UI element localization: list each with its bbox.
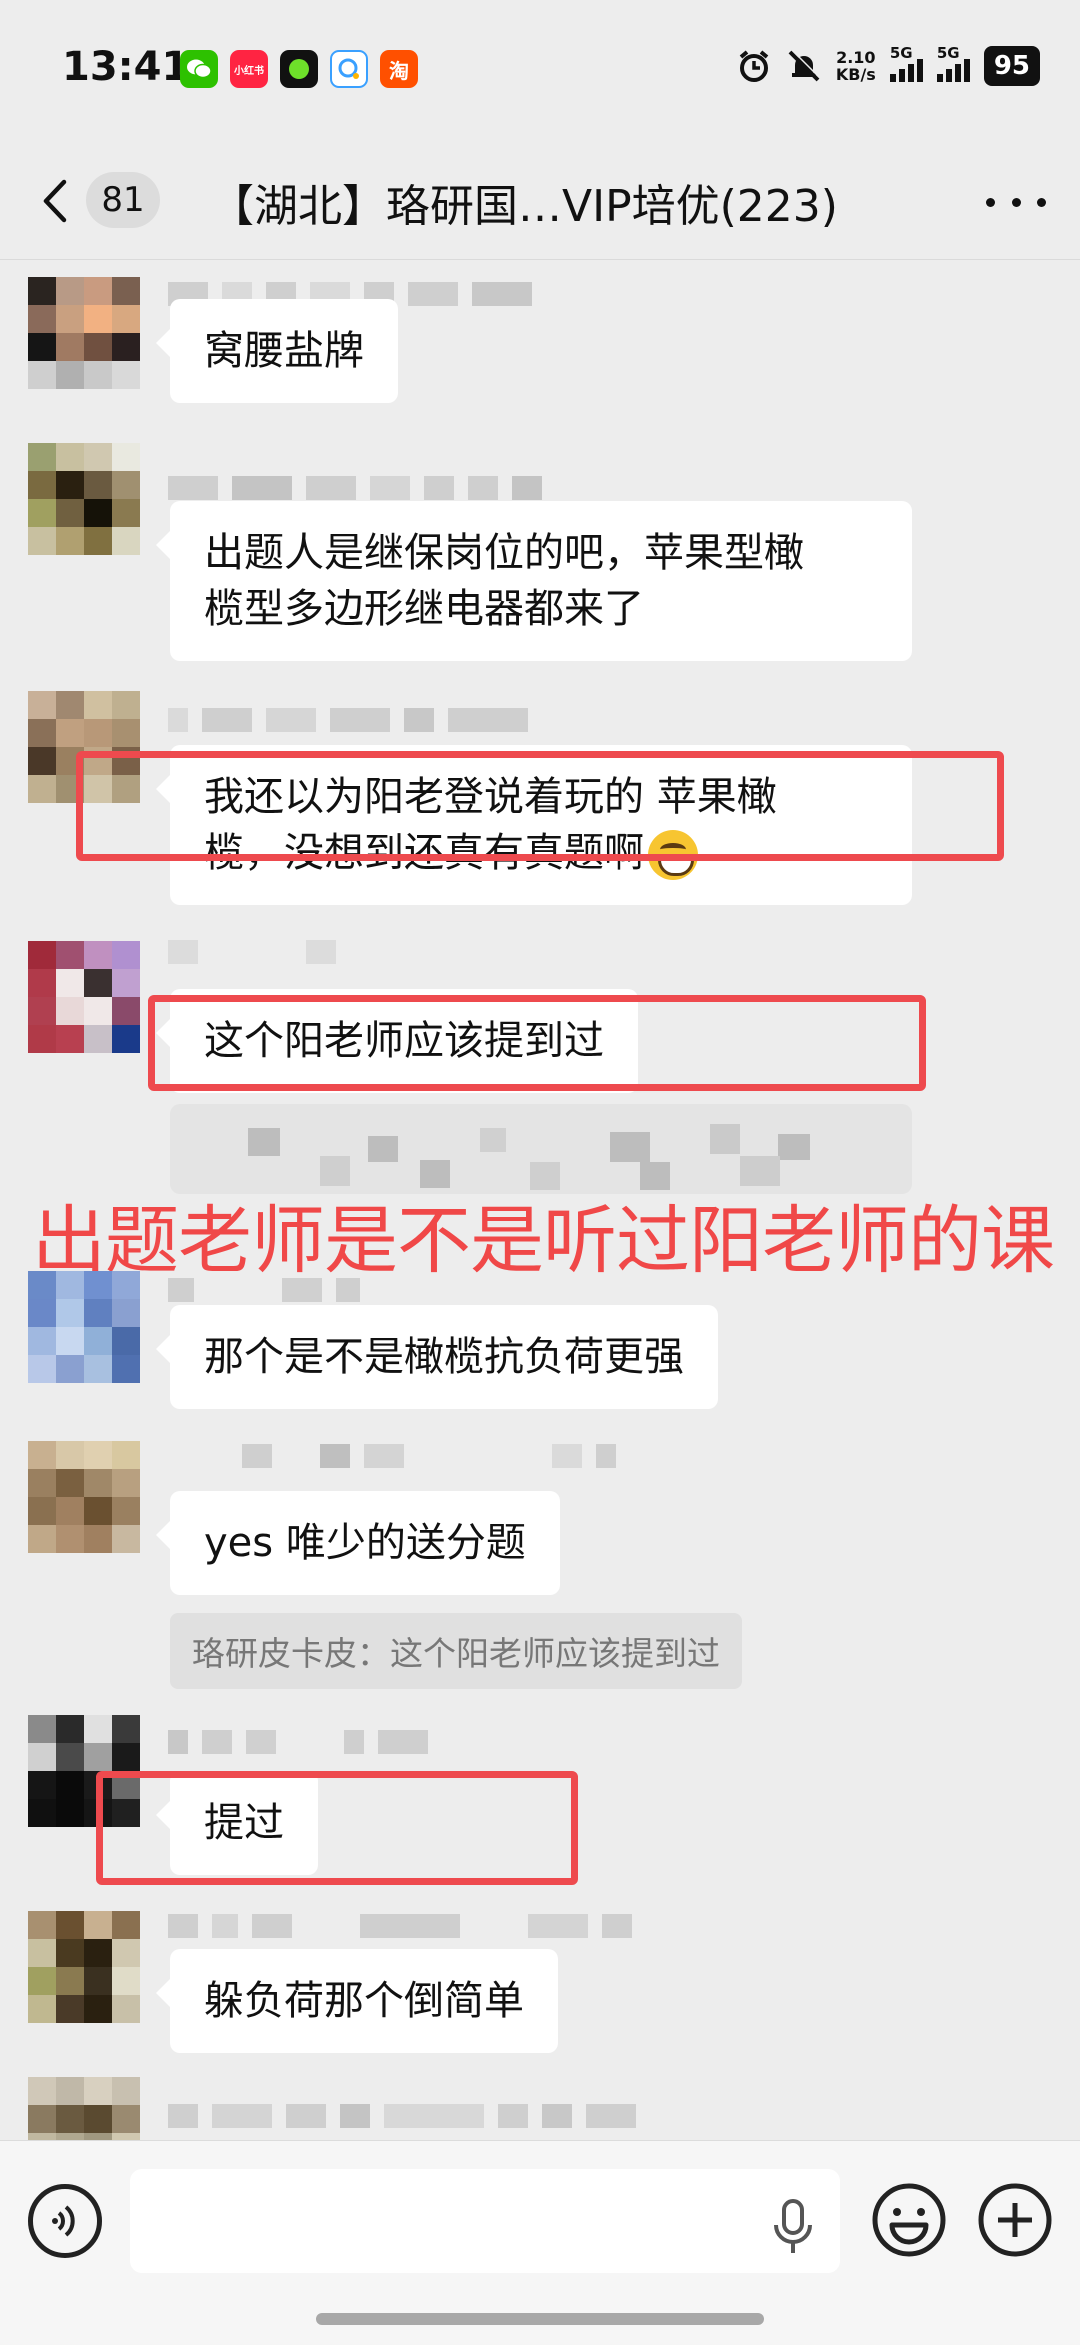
- message-bubble[interactable]: 这个阳老师应该提到过: [156, 989, 638, 1093]
- clock: 13:41: [62, 44, 190, 90]
- avatar[interactable]: [28, 1715, 140, 1827]
- message-input-bar: [0, 2140, 1080, 2345]
- sender-name: [168, 1275, 360, 1305]
- avatar[interactable]: [28, 1911, 140, 2023]
- message-bubble[interactable]: 出题人是继保岗位的吧，苹果型橄 榄型多边形继电器都来了: [156, 501, 912, 661]
- unread-count-badge[interactable]: 81: [86, 172, 160, 228]
- plus-icon: [978, 2183, 1052, 2257]
- message-bubble[interactable]: 提过: [156, 1771, 318, 1875]
- avatar[interactable]: [28, 691, 140, 803]
- home-indicator[interactable]: [316, 2313, 764, 2325]
- status-bar: 13:41 小红书 淘 2.10 KB/s 5G 5G 95: [0, 0, 1080, 140]
- message-bubble[interactable]: 窝腰盐牌: [156, 299, 398, 403]
- message-bubble[interactable]: 我还以为阳老登说着玩的 苹果橄 榄，没想到还真有真题啊: [156, 745, 912, 905]
- sender-name: [168, 937, 336, 967]
- message-list[interactable]: 窝腰盐牌 出题人是继保岗位的吧，苹果型橄 榄型多边形继电器都来了 我还以为阳老登…: [0, 261, 1080, 2141]
- signal-type-label: 5G: [889, 44, 913, 62]
- grinning-emoji-icon: [648, 830, 698, 880]
- message-text-input[interactable]: [130, 2169, 840, 2273]
- network-speed: 2.10 KB/s: [836, 49, 876, 83]
- sender-name: [168, 1441, 616, 1471]
- quoted-reply[interactable]: 珞研皮卡皮：这个阳老师应该提到过: [170, 1613, 742, 1689]
- sender-name: [168, 1911, 632, 1941]
- wechat-icon: [180, 50, 218, 88]
- avatar[interactable]: [28, 277, 140, 389]
- more-options-button[interactable]: [986, 182, 1046, 222]
- signal-icon: 5G: [889, 44, 923, 82]
- avatar[interactable]: [28, 1271, 140, 1383]
- network-speed-unit: KB/s: [835, 65, 876, 84]
- signal-type-label: 5G: [936, 44, 960, 62]
- sender-name: [168, 2101, 636, 2131]
- red-annotation-text: 出题老师是不是听过阳老师的课: [32, 1198, 1055, 1284]
- message-bubble[interactable]: yes 唯少的送分题: [156, 1491, 560, 1595]
- chat-header: 81 【湖北】珞研国…VIP培优(223): [0, 140, 1080, 260]
- microphone-icon[interactable]: [770, 2199, 816, 2257]
- voice-input-button[interactable]: [28, 2184, 102, 2258]
- avatar[interactable]: [28, 2077, 140, 2141]
- taobao-icon: 淘: [380, 50, 418, 88]
- back-button[interactable]: [36, 176, 76, 226]
- avatar[interactable]: [28, 941, 140, 1053]
- more-dot-icon: [986, 197, 995, 207]
- map-icon: [330, 50, 368, 88]
- add-attachment-button[interactable]: [976, 2181, 1054, 2259]
- network-speed-value: 2.10: [836, 48, 876, 67]
- avatar[interactable]: [28, 443, 140, 555]
- alarm-icon: [736, 48, 772, 84]
- signal-icon: 5G: [936, 44, 970, 82]
- xiaohongshu-icon: 小红书: [230, 50, 268, 88]
- avatar[interactable]: [28, 1441, 140, 1553]
- battery-indicator: 95: [983, 46, 1040, 86]
- sender-name: [168, 473, 542, 503]
- sender-name: [168, 705, 528, 735]
- message-bubble[interactable]: 那个是不是橄榄抗负荷更强: [156, 1305, 718, 1409]
- sender-name: [168, 1727, 428, 1757]
- mute-bell-icon: [786, 48, 822, 84]
- notification-app-icons: 小红书 淘: [180, 50, 418, 88]
- voice-wave-icon: [52, 2205, 75, 2237]
- system-status-icons: 2.10 KB/s 5G 5G 95: [736, 44, 1040, 86]
- chat-title: 【湖北】珞研国…VIP培优(223): [210, 181, 838, 232]
- more-dot-icon: [1037, 197, 1046, 207]
- game-icon: [280, 50, 318, 88]
- chevron-left-icon: [43, 179, 67, 223]
- emoji-button[interactable]: [870, 2181, 948, 2259]
- message-bubble[interactable]: 躲负荷那个倒简单: [156, 1949, 558, 2053]
- smiley-icon: [872, 2183, 946, 2257]
- more-dot-icon: [1011, 197, 1021, 207]
